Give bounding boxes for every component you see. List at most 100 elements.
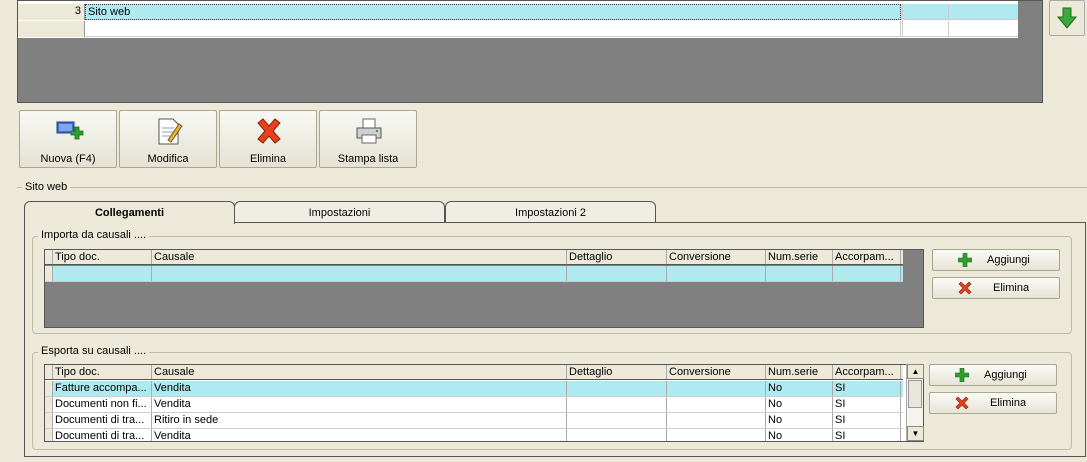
table-row[interactable]: Documenti di tra... Vendita No SI xyxy=(45,429,903,441)
export-grid[interactable]: Tipo doc. Causale Dettaglio Conversione … xyxy=(44,364,924,442)
table-cell[interactable]: Vendita xyxy=(152,397,567,412)
export-grid-scrollbar[interactable]: ▲ ▼ xyxy=(906,364,924,441)
delete-x-icon xyxy=(958,281,972,295)
import-add-label: Aggiungi xyxy=(987,254,1030,266)
table-row[interactable]: Fatture accompa... Vendita No SI xyxy=(45,381,903,397)
tab-impostazioni-2[interactable]: Impostazioni 2 xyxy=(445,201,656,223)
row-index xyxy=(18,21,85,37)
import-section-title: Importa da causali .... xyxy=(38,229,150,241)
new-record-icon xyxy=(56,121,84,140)
new-button-label: Nuova (F4) xyxy=(40,153,96,165)
delete-button-label: Elimina xyxy=(249,153,287,165)
table-cell[interactable] xyxy=(567,413,667,428)
column-header[interactable]: Accorpam... xyxy=(833,365,901,379)
scroll-down-button[interactable]: ▼ xyxy=(907,426,924,441)
export-delete-button[interactable]: Elimina xyxy=(929,392,1057,414)
edit-button-label: Modifica xyxy=(147,153,189,165)
edit-button[interactable]: Modifica xyxy=(119,110,217,168)
row-cell[interactable] xyxy=(949,21,1018,37)
row-cell[interactable] xyxy=(902,4,949,20)
column-header[interactable]: Tipo doc. xyxy=(53,365,152,379)
export-delete-label: Elimina xyxy=(990,397,1027,409)
table-row[interactable] xyxy=(45,266,903,282)
table-cell[interactable] xyxy=(567,381,667,396)
table-cell[interactable]: No xyxy=(766,413,833,428)
table-cell[interactable]: Fatture accompa... xyxy=(53,381,152,396)
table-cell[interactable] xyxy=(567,266,667,281)
export-add-button[interactable]: Aggiungi xyxy=(929,364,1057,386)
row-header-cell xyxy=(45,429,53,441)
table-cell[interactable]: No xyxy=(766,381,833,396)
table-cell[interactable] xyxy=(667,429,766,441)
table-cell[interactable]: SI xyxy=(833,413,901,428)
table-row[interactable] xyxy=(18,21,1018,37)
table-cell[interactable]: Vendita xyxy=(152,381,567,396)
table-cell[interactable]: Vendita xyxy=(152,429,567,441)
table-row[interactable]: Documenti di tra... Ritiro in sede No SI xyxy=(45,413,903,429)
table-cell[interactable] xyxy=(833,266,901,281)
table-cell[interactable] xyxy=(667,413,766,428)
plus-icon xyxy=(958,253,972,267)
column-header[interactable]: Num.serie xyxy=(766,365,833,379)
triangle-up-icon: ▲ xyxy=(911,367,920,376)
column-header[interactable]: Causale xyxy=(152,365,567,379)
table-cell[interactable]: Ritiro in sede xyxy=(152,413,567,428)
print-list-button-label: Stampa lista xyxy=(337,153,399,165)
table-cell[interactable]: No xyxy=(766,397,833,412)
table-cell[interactable]: SI xyxy=(833,429,901,441)
import-delete-button[interactable]: Elimina xyxy=(932,277,1060,299)
tab-impostazioni[interactable]: Impostazioni xyxy=(234,201,445,223)
scroll-up-button[interactable]: ▲ xyxy=(907,364,924,379)
table-cell[interactable]: Documenti di tra... xyxy=(53,413,152,428)
column-header[interactable]: Accorpam... xyxy=(833,250,901,264)
group-divider xyxy=(17,187,1087,188)
row-cell[interactable] xyxy=(902,21,949,37)
column-header[interactable]: Dettaglio xyxy=(567,250,667,264)
table-cell[interactable]: Documenti non fi... xyxy=(53,397,152,412)
group-title: Sito web xyxy=(22,181,71,193)
table-cell[interactable] xyxy=(766,266,833,281)
row-header-cell xyxy=(45,250,53,264)
row-header-cell xyxy=(45,266,53,281)
delete-button[interactable]: Elimina xyxy=(219,110,317,168)
import-delete-label: Elimina xyxy=(993,282,1030,294)
import-grid[interactable]: Tipo doc. Causale Dettaglio Conversione … xyxy=(44,249,924,328)
table-cell[interactable] xyxy=(567,397,667,412)
table-cell[interactable] xyxy=(152,266,567,281)
table-cell[interactable]: No xyxy=(766,429,833,441)
table-cell[interactable] xyxy=(567,429,667,441)
records-grid[interactable]: 3 Sito web xyxy=(17,0,1043,103)
table-cell[interactable] xyxy=(667,397,766,412)
tab-collegamenti[interactable]: Collegamenti xyxy=(24,201,235,224)
row-name-cell[interactable] xyxy=(85,21,901,37)
column-header[interactable]: Conversione xyxy=(667,365,766,379)
printer-icon xyxy=(356,118,382,144)
table-row[interactable]: 3 Sito web xyxy=(18,4,1018,20)
table-cell[interactable] xyxy=(667,381,766,396)
arrow-down-icon xyxy=(1057,7,1077,29)
scroll-thumb[interactable] xyxy=(908,380,922,408)
column-header[interactable]: Tipo doc. xyxy=(53,250,152,264)
print-list-button[interactable]: Stampa lista xyxy=(319,110,417,168)
row-cell[interactable] xyxy=(949,4,1018,20)
row-header-cell xyxy=(45,381,53,396)
edit-document-icon xyxy=(158,118,183,145)
table-cell[interactable]: SI xyxy=(833,381,901,396)
table-cell[interactable] xyxy=(667,266,766,281)
row-header-cell xyxy=(45,413,53,428)
new-button[interactable]: Nuova (F4) xyxy=(19,110,117,168)
column-header[interactable]: Causale xyxy=(152,250,567,264)
table-cell[interactable]: SI xyxy=(833,397,901,412)
row-header-cell xyxy=(45,365,53,379)
delete-x-icon xyxy=(955,396,969,410)
import-add-button[interactable]: Aggiungi xyxy=(932,249,1060,271)
table-cell[interactable] xyxy=(53,266,152,281)
table-cell[interactable]: Documenti di tra... xyxy=(53,429,152,441)
table-row[interactable]: Documenti non fi... Vendita No SI xyxy=(45,397,903,413)
move-down-button[interactable] xyxy=(1049,0,1085,36)
plus-icon xyxy=(955,368,969,382)
column-header[interactable]: Conversione xyxy=(667,250,766,264)
column-header[interactable]: Num.serie xyxy=(766,250,833,264)
column-header[interactable]: Dettaglio xyxy=(567,365,667,379)
row-name-cell[interactable]: Sito web xyxy=(85,4,901,20)
